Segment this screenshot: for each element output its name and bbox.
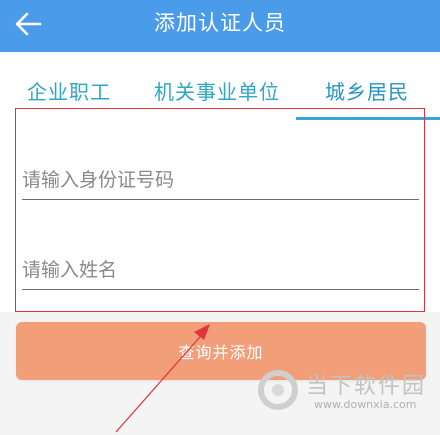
- category-tabs: 企业职工 机关事业单位 城乡居民: [0, 52, 440, 120]
- tab-government-institution[interactable]: 机关事业单位: [154, 76, 280, 105]
- auth-form: [0, 120, 440, 312]
- id-number-input[interactable]: [22, 160, 419, 200]
- watermark-url: www.downxia.com: [314, 398, 417, 411]
- header-bar: 添加认证人员: [0, 0, 440, 52]
- tab-urban-rural-resident[interactable]: 城乡居民: [325, 76, 409, 105]
- name-input[interactable]: [22, 250, 419, 290]
- query-and-add-button[interactable]: 查询并添加: [16, 322, 426, 380]
- page-title: 添加认证人员: [154, 11, 286, 35]
- tab-enterprise-employee[interactable]: 企业职工: [27, 76, 111, 105]
